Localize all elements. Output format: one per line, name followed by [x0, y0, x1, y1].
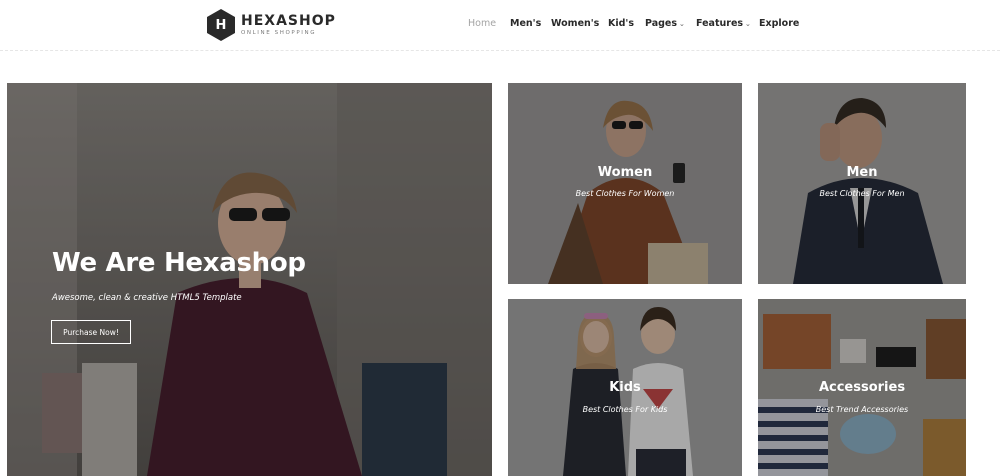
- nav-item-pages-label: Pages: [645, 18, 678, 29]
- category-subtitle-men: Best Clothes For Men: [819, 189, 905, 198]
- purchase-now-button[interactable]: Purchase Now!: [51, 320, 131, 344]
- category-title-kids: Kids: [609, 380, 641, 395]
- women-overlay: [508, 83, 742, 284]
- men-overlay: [758, 83, 966, 284]
- main-nav: Home Men's Women's Kid's Pages ⌄ Features…: [0, 18, 1000, 32]
- category-subtitle-women: Best Clothes For Women: [575, 189, 675, 198]
- header-divider: [0, 50, 1000, 51]
- nav-item-home[interactable]: Home: [468, 18, 496, 29]
- nav-item-mens[interactable]: Men's: [510, 18, 541, 29]
- nav-item-explore[interactable]: Explore: [759, 18, 799, 29]
- hero-title: We Are Hexashop: [52, 248, 306, 278]
- nav-item-pages[interactable]: Pages ⌄: [645, 18, 685, 29]
- category-card-men[interactable]: Men Best Clothes For Men: [758, 83, 966, 284]
- category-card-accessories[interactable]: Accessories Best Trend Accessories: [758, 299, 966, 476]
- hero-subtitle: Awesome, clean & creative HTML5 Template: [52, 293, 242, 303]
- category-card-women[interactable]: Women Best Clothes For Women: [508, 83, 742, 284]
- site-header: H HEXASHOP ONLINE SHOPPING Home Men's Wo…: [0, 0, 1000, 50]
- nav-item-features[interactable]: Features ⌄: [696, 18, 751, 29]
- chevron-down-icon: ⌄: [745, 20, 751, 28]
- nav-item-features-label: Features: [696, 18, 744, 29]
- nav-item-kids[interactable]: Kid's: [608, 18, 634, 29]
- category-subtitle-accessories: Best Trend Accessories: [815, 405, 909, 414]
- category-title-men: Men: [846, 165, 878, 180]
- category-title-accessories: Accessories: [818, 380, 906, 395]
- nav-item-womens[interactable]: Women's: [551, 18, 599, 29]
- category-title-women: Women: [597, 165, 653, 180]
- hero-overlay: [7, 83, 492, 476]
- hero-banner: We Are Hexashop Awesome, clean & creativ…: [7, 83, 492, 476]
- chevron-down-icon: ⌄: [679, 20, 685, 28]
- category-card-kids[interactable]: Kids Best Clothes For Kids: [508, 299, 742, 476]
- category-subtitle-kids: Best Clothes For Kids: [582, 405, 668, 414]
